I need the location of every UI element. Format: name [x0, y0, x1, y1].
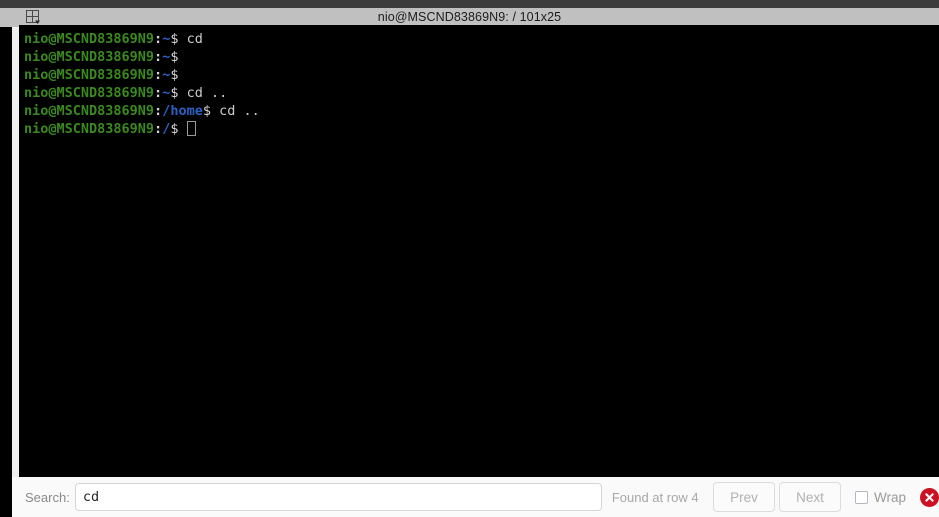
terminal-command-text — [178, 121, 186, 137]
terminal-line: nio@MSCND83869N9:~$ — [24, 66, 939, 84]
wrap-checkbox-group[interactable]: Wrap — [854, 489, 906, 505]
terminal-prompt-colon: : — [154, 85, 163, 101]
terminal-line: nio@MSCND83869N9:/home$ cd .. — [24, 102, 939, 120]
wrap-checkbox[interactable] — [854, 490, 868, 504]
terminal-window: nio@MSCND83869N9: / 101x25 nio@MSCND8386… — [0, 0, 939, 517]
terminal-prompt-path: /home — [162, 103, 203, 119]
window-layout-icon[interactable] — [26, 10, 43, 25]
search-label: Search: — [25, 489, 70, 505]
terminal-prompt-user-host: nio@MSCND83869N9 — [24, 49, 155, 65]
left-gray-gutter — [12, 27, 19, 477]
terminal-prompt-user-host: nio@MSCND83869N9 — [24, 121, 155, 137]
close-circle-icon[interactable] — [920, 487, 939, 507]
terminal-output[interactable]: nio@MSCND83869N9:~$ cd nio@MSCND83869N9:~… — [19, 27, 939, 477]
terminal-command-text: cd .. — [210, 103, 260, 119]
terminal-prompt-sigil: $ — [170, 49, 179, 65]
search-status: Found at row 4 — [611, 489, 699, 505]
wrap-label: Wrap — [873, 489, 906, 505]
terminal-prompt-user-host: nio@MSCND83869N9 — [24, 67, 155, 83]
search-bar: Search: Found at row 4 Prev Next Wrap — [12, 477, 939, 517]
terminal-prompt-sigil: $ — [202, 103, 211, 119]
left-black-gutter — [0, 27, 12, 517]
terminal-prompt-colon: : — [154, 49, 163, 65]
terminal-prompt-user-host: nio@MSCND83869N9 — [24, 85, 155, 101]
terminal-prompt-colon: : — [154, 103, 163, 119]
search-prev-button[interactable]: Prev — [712, 482, 775, 512]
terminal-line: nio@MSCND83869N9:~$ cd .. — [24, 84, 939, 102]
terminal-prompt-user-host: nio@MSCND83869N9 — [24, 31, 155, 47]
search-input[interactable] — [74, 483, 602, 511]
terminal-prompt-colon: : — [154, 67, 163, 83]
terminal-prompt-colon: : — [154, 31, 163, 47]
terminal-command-text: cd — [178, 31, 203, 47]
terminal-line: nio@MSCND83869N9:~$ — [24, 48, 939, 66]
search-next-button[interactable]: Next — [778, 482, 841, 512]
terminal-prompt-user-host: nio@MSCND83869N9 — [24, 103, 155, 119]
terminal-cursor — [186, 121, 196, 136]
terminal-command-text: cd .. — [178, 85, 228, 101]
terminal-prompt-colon: : — [154, 121, 163, 137]
terminal-line: nio@MSCND83869N9:/$ — [24, 120, 939, 138]
terminal-line: nio@MSCND83869N9:~$ cd — [24, 30, 939, 48]
terminal-prompt-sigil: $ — [170, 67, 179, 83]
window-top-strip — [0, 0, 939, 8]
